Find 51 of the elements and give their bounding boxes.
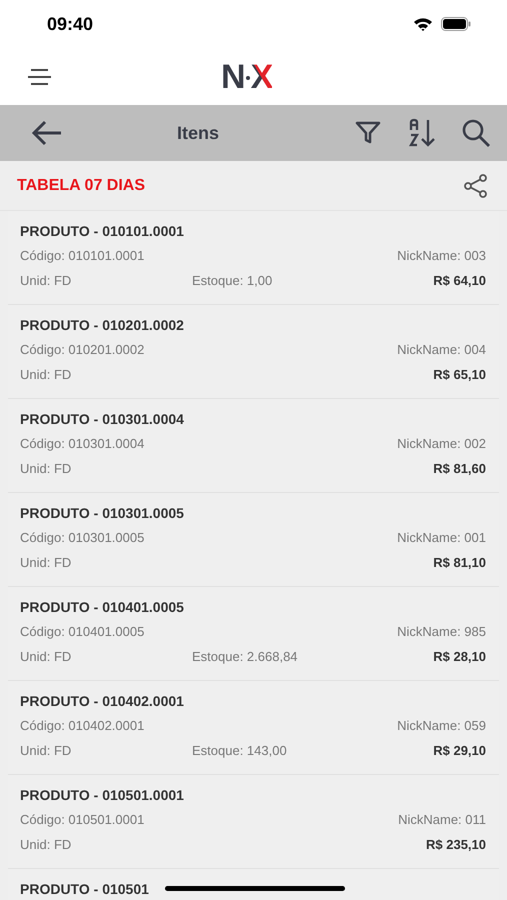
product-unit: Unid: FD bbox=[20, 367, 72, 382]
menu-icon[interactable] bbox=[27, 66, 53, 86]
product-unit: Unid: FD bbox=[20, 743, 72, 758]
status-time: 09:40 bbox=[47, 14, 94, 34]
battery-icon bbox=[441, 17, 471, 31]
product-nickname: NickName: 002 bbox=[397, 436, 486, 451]
product-price: R$ 29,10 bbox=[433, 743, 486, 758]
product-unit: Unid: FD bbox=[20, 555, 72, 570]
product-nickname: NickName: 004 bbox=[397, 342, 486, 357]
product-code: Código: 010301.0005 bbox=[20, 530, 146, 545]
toolbar-title: Itens bbox=[177, 122, 220, 144]
product-unit: Unid: FD bbox=[20, 837, 72, 852]
product-stock: Estoque: 143,00 bbox=[192, 743, 287, 758]
product-unit: Unid: FD bbox=[20, 461, 72, 476]
sort-icon[interactable] bbox=[407, 118, 437, 148]
product-code: Código: 010401.0005 bbox=[20, 624, 146, 639]
product-price: R$ 235,10 bbox=[426, 837, 486, 852]
filter-icon[interactable] bbox=[355, 120, 381, 146]
product-nickname: NickName: 059 bbox=[397, 718, 486, 733]
product-title: PRODUTO - 010402.0001 bbox=[20, 693, 184, 709]
product-code: Código: 010101.0001 bbox=[20, 248, 146, 263]
product-price: R$ 81,10 bbox=[433, 555, 486, 570]
product-title: PRODUTO - 010301.0004 bbox=[20, 411, 184, 427]
product-nickname: NickName: 985 bbox=[397, 624, 486, 639]
product-title: PRODUTO - 010201.0002 bbox=[20, 317, 184, 333]
search-icon[interactable] bbox=[461, 118, 491, 148]
wifi-icon bbox=[413, 17, 433, 31]
product-title: PRODUTO - 010301.0005 bbox=[20, 505, 184, 521]
section-title: TABELA 07 DIAS bbox=[17, 176, 146, 194]
product-unit: Unid: FD bbox=[20, 649, 72, 664]
product-title: PRODUTO - 010401.0005 bbox=[20, 599, 184, 615]
product-code: Código: 010501.0001 bbox=[20, 812, 146, 827]
share-icon[interactable] bbox=[463, 172, 489, 198]
product-title: PRODUTO - 010101.0001 bbox=[20, 223, 184, 239]
product-stock: Estoque: 1,00 bbox=[192, 273, 272, 288]
product-title: PRODUTO - 010501.0001 bbox=[20, 787, 184, 803]
product-code: Código: 010301.0004 bbox=[20, 436, 146, 451]
product-code: Código: 010201.0002 bbox=[20, 342, 146, 357]
product-stock: Estoque: 2.668,84 bbox=[192, 649, 298, 664]
product-nickname: NickName: 003 bbox=[397, 248, 486, 263]
logo: NX bbox=[221, 58, 272, 97]
product-unit: Unid: FD bbox=[20, 273, 72, 288]
product-nickname: NickName: 011 bbox=[398, 812, 486, 827]
product-price: R$ 64,10 bbox=[433, 273, 486, 288]
product-price: R$ 81,60 bbox=[433, 461, 486, 476]
product-title: PRODUTO - 010501 bbox=[20, 881, 149, 897]
product-price: R$ 28,10 bbox=[433, 649, 486, 664]
product-price: R$ 65,10 bbox=[433, 367, 486, 382]
product-code: Código: 010402.0001 bbox=[20, 718, 146, 733]
product-nickname: NickName: 001 bbox=[397, 530, 486, 545]
back-arrow-icon[interactable] bbox=[30, 119, 64, 147]
